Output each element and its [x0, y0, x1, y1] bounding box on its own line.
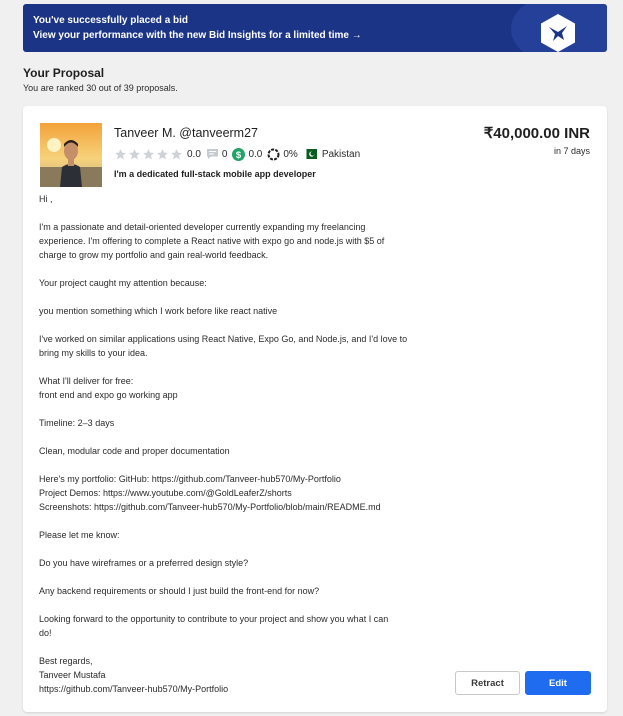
star-icon	[157, 148, 168, 159]
completion-rate: 0%	[267, 148, 298, 161]
proposal-card: Tanveer M. @tanveerm27 0.0 0 $ 0.0 0% Pa…	[23, 106, 607, 712]
section-title: Your Proposal	[23, 66, 105, 80]
message-paragraph: I've worked on similar applications usin…	[39, 334, 408, 358]
proposal-message: Hi , I'm a passionate and detail-oriente…	[39, 192, 459, 710]
bidder-name[interactable]: Tanveer M. @tanveerm27	[114, 126, 258, 140]
earnings-score: $ 0.0	[232, 147, 263, 161]
bid-insights-link[interactable]: View your performance with the new Bid I…	[33, 30, 362, 41]
message-paragraph: Do you have wireframes or a preferred de…	[39, 558, 249, 568]
earnings-value: 0.0	[248, 148, 263, 160]
dollar-icon: $	[232, 147, 246, 161]
message-paragraph: Any backend requirements or should I jus…	[39, 586, 320, 596]
message-paragraph: Best regards, Tanveer Mustafa https://gi…	[39, 656, 229, 694]
reviews-count: 0	[206, 148, 228, 160]
hummingbird-icon	[541, 14, 575, 52]
message-paragraph: you mention something which I work befor…	[39, 306, 278, 316]
star-icon	[129, 148, 140, 159]
banner-title: You've successfully placed a bid	[33, 15, 189, 26]
rating-value: 0.0	[187, 148, 201, 160]
country: Pakistan	[302, 148, 361, 160]
svg-text:$: $	[236, 150, 242, 161]
message-paragraph: What I'll deliver for free: front end an…	[39, 376, 178, 400]
completion-value: 0%	[283, 148, 298, 160]
avatar[interactable]	[40, 123, 102, 187]
star-icon	[115, 148, 126, 159]
bidder-stats: 0.0 0 $ 0.0 0% Pakistan	[114, 147, 365, 161]
message-paragraph: Here's my portfolio: GitHub: https://git…	[39, 474, 381, 512]
edit-button[interactable]: Edit	[525, 671, 591, 695]
reviews-value: 0	[221, 148, 228, 160]
message-paragraph: Hi ,	[39, 194, 53, 204]
message-paragraph: I'm a passionate and detail-oriented dev…	[39, 222, 385, 260]
bidder-tagline: I'm a dedicated full-stack mobile app de…	[114, 169, 316, 179]
message-paragraph: Clean, modular code and proper documenta…	[39, 446, 230, 456]
close-icon[interactable]	[606, 10, 607, 28]
star-icon	[171, 148, 182, 159]
bid-amount: ₹40,000.00 INR	[483, 125, 590, 142]
country-name: Pakistan	[321, 148, 361, 160]
star-icon	[143, 148, 154, 159]
bid-insights-banner[interactable]: You've successfully placed a bid View yo…	[23, 4, 607, 52]
message-paragraph: Looking forward to the opportunity to co…	[39, 614, 389, 638]
completion-ring-icon	[267, 148, 280, 160]
bid-duration: in 7 days	[553, 146, 590, 156]
message-paragraph: Your project caught my attention because…	[39, 278, 207, 288]
message-paragraph: Timeline: 2–3 days	[39, 418, 115, 428]
message-paragraph: Please let me know:	[39, 530, 120, 540]
rating-stars	[114, 148, 183, 161]
rank-text: You are ranked 30 out of 39 proposals.	[23, 83, 178, 93]
reviews-icon	[206, 149, 218, 159]
retract-button[interactable]: Retract	[455, 671, 520, 695]
pakistan-flag-icon	[302, 149, 317, 159]
